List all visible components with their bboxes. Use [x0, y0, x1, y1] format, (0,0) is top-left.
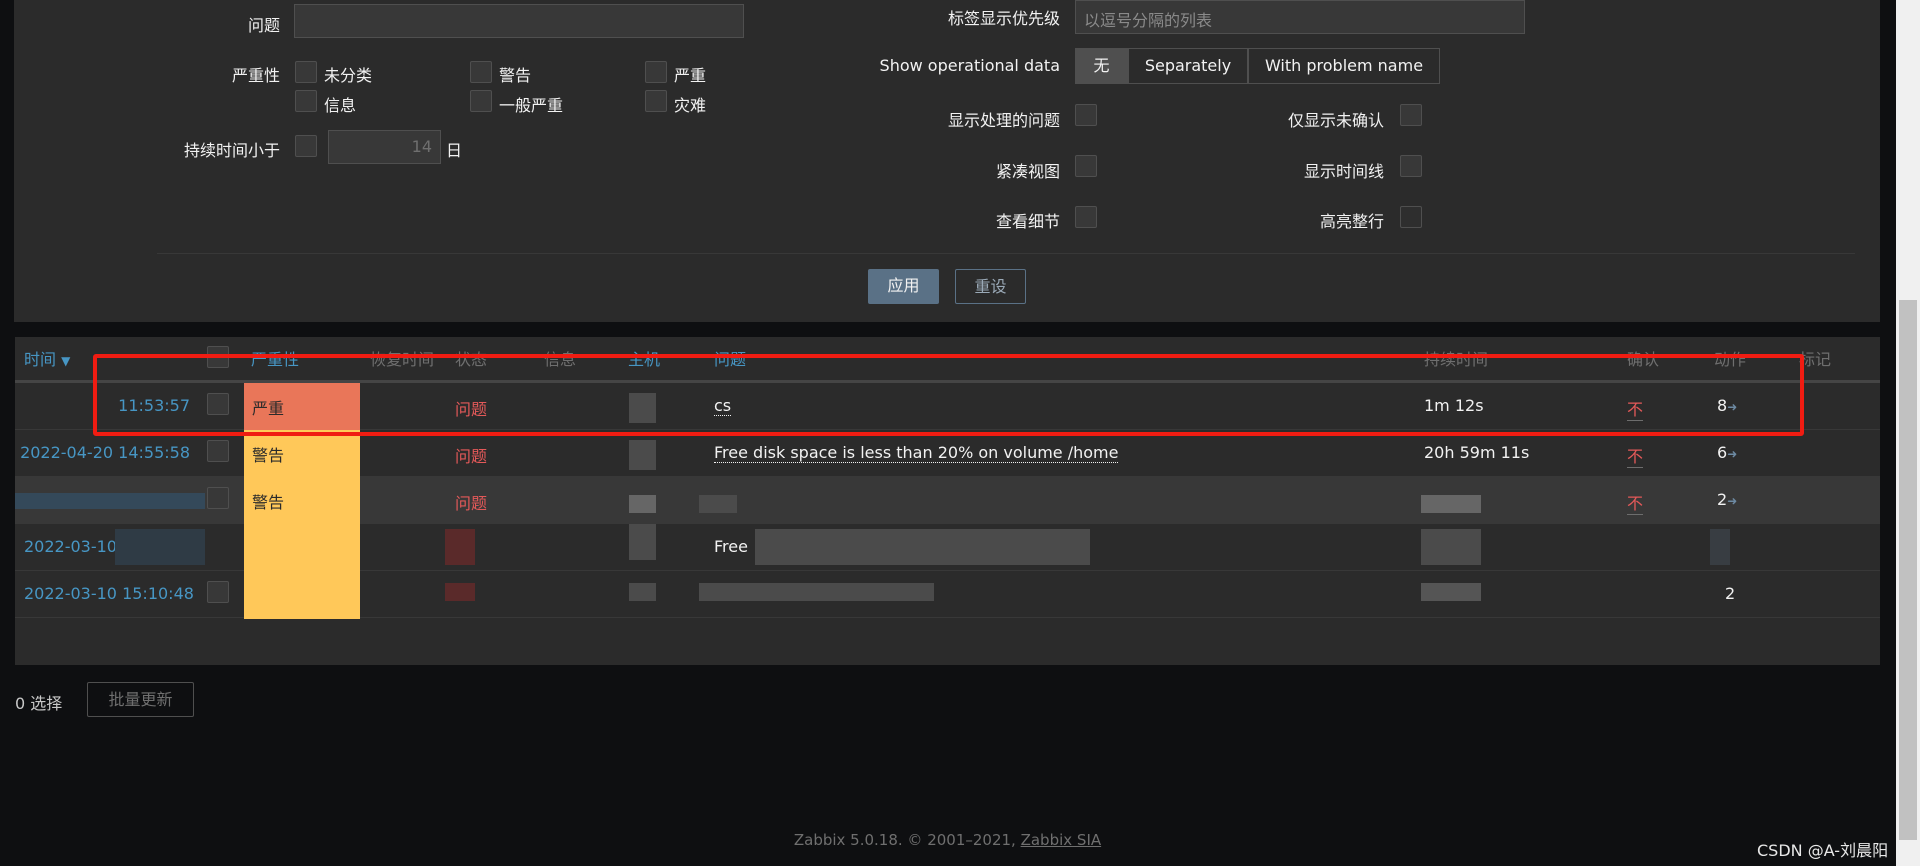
severity-warning-checkbox[interactable]: [470, 61, 492, 83]
severity-option-label: 一般严重: [499, 96, 564, 115]
row-actions[interactable]: 2: [1725, 584, 1735, 603]
unack-only-checkbox[interactable]: [1400, 104, 1422, 126]
severity-info-checkbox[interactable]: [295, 90, 317, 112]
show-timeline-label: 显示时间线: [1303, 162, 1384, 181]
header-time-label: 时间: [24, 350, 57, 369]
row-problem[interactable]: Free: [714, 537, 748, 556]
row-duration: 20h 59m 11s: [1424, 443, 1530, 462]
row-status: 问题: [455, 447, 488, 466]
opdata-none[interactable]: 无: [1075, 48, 1128, 84]
row-problem[interactable]: Free disk space is less than 20% on volu…: [714, 443, 1119, 463]
severity-badge: [244, 524, 360, 571]
highlight-row-checkbox[interactable]: [1400, 206, 1422, 228]
problem-input[interactable]: [294, 4, 744, 38]
opdata-label: Show operational data: [879, 56, 1060, 75]
time-redacted: [15, 493, 205, 509]
severity-option-label: 警告: [499, 66, 532, 85]
reset-button[interactable]: 重设: [955, 269, 1026, 304]
severity-disaster-checkbox[interactable]: [645, 90, 667, 112]
compact-view-label: 紧凑视图: [995, 162, 1060, 181]
row-time[interactable]: 2022-03-10: [24, 537, 117, 556]
row-checkbox[interactable]: [207, 487, 229, 509]
severity-badge: 警告: [244, 430, 360, 477]
show-suppressed-label: 显示处理的问题: [947, 111, 1060, 130]
selected-count: 0 选择: [15, 694, 63, 713]
table-row: 2022-03-10 Free: [15, 524, 1880, 571]
severity-not-classified-checkbox[interactable]: [295, 61, 317, 83]
time-redacted: [115, 529, 205, 565]
show-suppressed-checkbox[interactable]: [1075, 104, 1097, 126]
mass-update-button[interactable]: 批量更新: [87, 682, 194, 717]
row-checkbox[interactable]: [207, 440, 229, 462]
host-redacted: [629, 440, 656, 470]
age-input[interactable]: 14: [328, 130, 441, 164]
duration-redacted: [1421, 529, 1481, 565]
show-timeline-checkbox[interactable]: [1400, 155, 1422, 177]
opdata-with-problem-name[interactable]: With problem name: [1248, 48, 1440, 84]
actions-redacted: [1710, 529, 1730, 565]
table-row: 2022-03-10 15:10:48 2: [15, 571, 1880, 619]
show-details-label: 查看细节: [995, 212, 1060, 231]
table-row: 警告 问题 不 2➜: [15, 477, 1880, 524]
tag-priority-input[interactable]: 以逗号分隔的列表: [1075, 0, 1525, 34]
compact-view-checkbox[interactable]: [1075, 155, 1097, 177]
filter-divider: [157, 253, 1855, 254]
header-time[interactable]: 时间 ▼: [24, 346, 70, 370]
host-redacted: [629, 495, 656, 513]
severity-badge: 警告: [244, 477, 360, 524]
severity-option-label: 未分类: [324, 66, 373, 85]
severity-option-label: 严重: [674, 66, 707, 85]
row-time[interactable]: 2022-04-20 14:55:58: [20, 443, 190, 462]
row-status: 问题: [455, 494, 488, 513]
host-redacted: [629, 524, 656, 560]
duration-redacted: [1421, 583, 1481, 601]
company-link[interactable]: Zabbix SIA: [1021, 831, 1102, 849]
scrollbar-thumb[interactable]: [1899, 300, 1917, 840]
severity-option-label: 灾难: [674, 96, 707, 115]
severity-label: 严重性: [231, 66, 280, 85]
apply-button[interactable]: 应用: [868, 269, 939, 304]
action-arrow-icon: ➜: [1727, 447, 1738, 461]
severity-option-label: 信息: [324, 96, 357, 115]
problem-label: 问题: [247, 16, 280, 35]
action-arrow-icon: ➜: [1727, 494, 1738, 508]
actions-count: 2: [1717, 490, 1728, 509]
copyright: Zabbix 5.0.18. © 2001–2021, Zabbix SIA: [0, 831, 1895, 849]
row-ack[interactable]: 不: [1627, 443, 1644, 468]
duration-redacted: [1421, 495, 1481, 513]
age-label: 持续时间小于: [183, 141, 280, 160]
row-actions[interactable]: 2➜: [1717, 490, 1737, 509]
sort-desc-icon: ▼: [61, 354, 71, 368]
status-redacted: [445, 529, 475, 565]
actions-count: 6: [1717, 443, 1728, 462]
problem-redacted: [699, 583, 934, 601]
row-actions[interactable]: 6➜: [1717, 443, 1737, 462]
age-unit: 日: [446, 141, 463, 160]
severity-badge: [244, 571, 360, 619]
status-redacted: [445, 583, 475, 601]
row-ack[interactable]: 不: [1627, 490, 1644, 515]
host-redacted: [629, 583, 656, 601]
show-details-checkbox[interactable]: [1075, 206, 1097, 228]
copyright-text: Zabbix 5.0.18. © 2001–2021,: [793, 831, 1021, 849]
age-checkbox[interactable]: [295, 135, 317, 157]
watermark: CSDN @A-刘晨阳: [1757, 841, 1889, 860]
tag-priority-label: 标签显示优先级: [947, 9, 1060, 28]
highlight-annotation-box: [93, 354, 1804, 436]
severity-high-checkbox[interactable]: [645, 61, 667, 83]
problem-redacted: [699, 495, 737, 513]
opdata-separately[interactable]: Separately: [1128, 48, 1248, 84]
row-checkbox[interactable]: [207, 581, 229, 603]
table-row: 2022-04-20 14:55:58 警告 问题 Free disk spac…: [15, 430, 1880, 477]
problem-redacted: [755, 529, 1090, 565]
highlight-row-label: 高亮整行: [1319, 212, 1384, 231]
row-time[interactable]: 2022-03-10 15:10:48: [24, 584, 194, 603]
unack-only-label: 仅显示未确认: [1287, 111, 1384, 130]
severity-average-checkbox[interactable]: [470, 90, 492, 112]
